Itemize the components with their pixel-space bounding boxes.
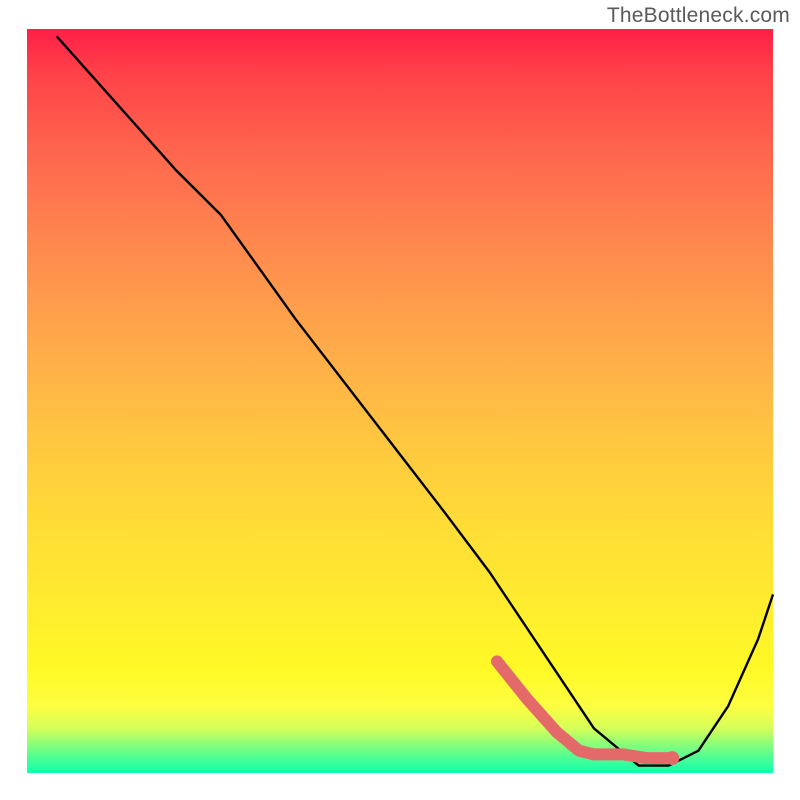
- watermark-text: TheBottleneck.com: [607, 4, 790, 28]
- primary-curve: [57, 36, 773, 765]
- stage: TheBottleneck.com: [0, 0, 800, 800]
- highlight-point: [665, 751, 679, 765]
- highlight-band: [497, 661, 672, 758]
- highlight-points: [665, 751, 679, 765]
- curve-layer: [0, 0, 800, 800]
